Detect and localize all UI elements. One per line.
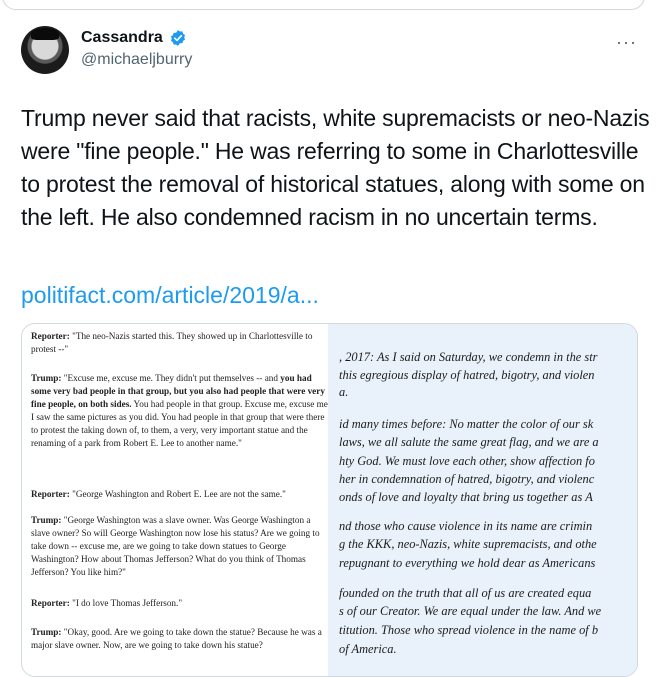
statement-line: id many times before: No matter the colo… [339,417,594,431]
transcript-speaker: Reporter: [31,331,70,341]
statement-line: , 2017: As I said on Saturday, we condem… [339,350,598,364]
statement-line: her in condemnation of hatred, bigotry, … [339,472,595,486]
article-link[interactable]: politifact.com/article/2019/a... [21,282,319,309]
transcript-speaker: Trump: [31,627,62,637]
transcript-speaker: Reporter: [31,598,70,608]
statement-line: hty God. We must love each other, show a… [339,454,595,468]
transcript-before: "George Washington was a slave owner. Wa… [31,515,320,577]
statement-line: titution. Those who spread violence in t… [339,623,599,637]
statement-line: s of our Creator. We are equal under the… [339,604,602,618]
verified-badge-icon [170,30,186,46]
more-options-icon[interactable]: ··· [616,32,637,53]
transcript-speaker: Reporter: [31,489,70,499]
tweet[interactable]: Cassandra @michaeljburry ··· Trump never… [0,18,671,677]
transcript-panel: Reporter: "The neo-Nazis started this. T… [22,324,331,676]
statement-panel: , 2017: As I said on Saturday, we condem… [328,324,637,676]
statement-line: a. [339,385,349,399]
tweet-media-image[interactable]: Reporter: "The neo-Nazis started this. T… [21,323,638,677]
transcript-before: "The neo-Nazis started this. They showed… [31,331,313,354]
statement-line: founded on the truth that all of us are … [339,586,592,600]
transcript-before: "Excuse me, excuse me. They didn't put t… [61,373,281,383]
statement-line: onds of love and loyalty that bring us t… [339,490,593,504]
handle[interactable]: @michaeljburry [81,51,192,69]
statement-line: nd those who cause violence in its name … [339,519,593,533]
transcript-paragraph: Reporter: "George Washington and Robert … [31,488,331,501]
avatar[interactable] [21,26,69,74]
tweet-text: Trump never said that racists, white sup… [21,105,650,230]
statement-line: of America. [339,642,397,656]
transcript-paragraph: Trump: "George Washington was a slave ow… [31,514,331,579]
statement-line: g the KKK, neo-Nazis, white supremacists… [339,537,597,551]
transcript-before: "I do love Thomas Jefferson." [69,598,183,608]
transcript-paragraph: Trump: "Excuse me, excuse me. They didn'… [31,372,331,450]
transcript-speaker: Trump: [31,515,62,525]
transcript-speaker: Trump: [31,373,62,383]
statement-line: laws, we all salute the same great flag,… [339,435,599,449]
statement-line: repugnant to everything we hold dear as … [339,556,596,570]
transcript-paragraph: Reporter: "The neo-Nazis started this. T… [31,330,331,356]
statement-line: this egregious display of hatred, bigotr… [339,368,595,382]
display-name[interactable]: Cassandra [81,29,163,47]
previous-tweet-card [2,0,645,10]
transcript-paragraph: Trump: "Okay, good. Are we going to take… [31,626,331,652]
transcript-paragraph: Reporter: "I do love Thomas Jefferson." [31,597,331,610]
transcript-before: "Okay, good. Are we going to take down t… [31,627,322,650]
transcript-before: "George Washington and Robert E. Lee are… [69,489,286,499]
